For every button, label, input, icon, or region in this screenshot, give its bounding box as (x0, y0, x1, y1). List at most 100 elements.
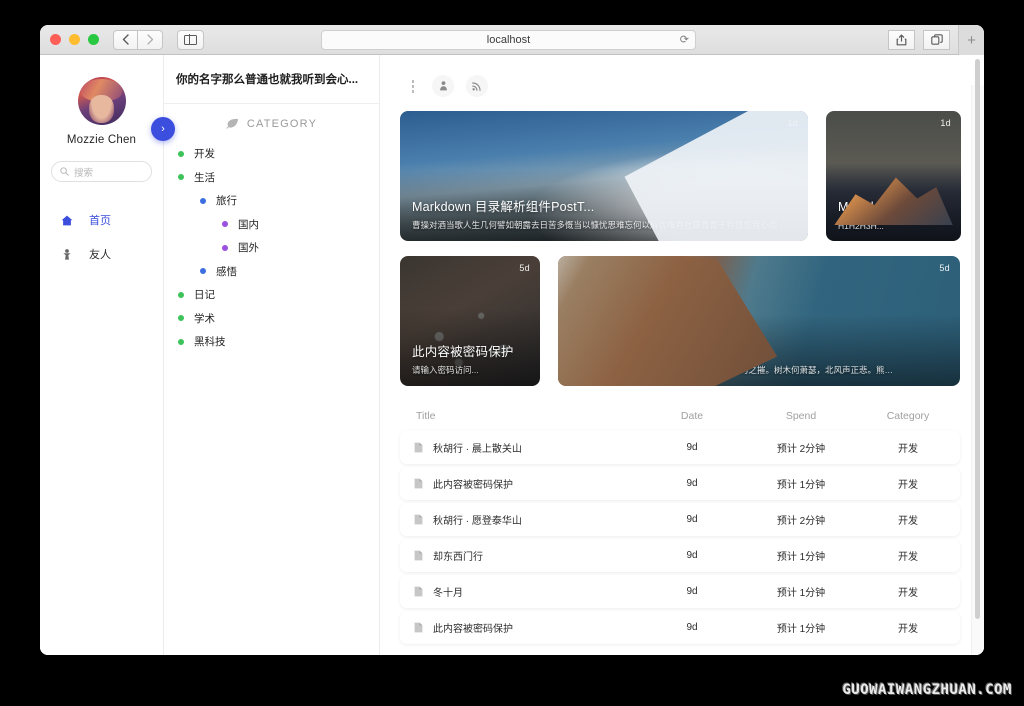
category-item-guowai[interactable]: 国外 (178, 236, 379, 260)
bullet-icon (178, 315, 184, 321)
table-header: Title Date Spend Category (400, 401, 960, 431)
card-badge: 5d (939, 263, 950, 273)
person-icon (61, 249, 73, 260)
category-sidebar: 你的名字那么普通也就我听到会心... CATEGORY 开发 生活 (164, 55, 380, 655)
bullet-icon (200, 268, 206, 274)
category-item-heikeji[interactable]: 黑科技 (178, 330, 379, 354)
category-item-guonei[interactable]: 国内 (178, 212, 379, 236)
avatar[interactable] (78, 77, 126, 125)
row-spend: 预计 1分钟 (746, 620, 856, 635)
featured-card[interactable]: 5d 此内容被密码保护 请输入密码访问... (400, 256, 540, 386)
card-title: 此内容被密码保护 (412, 341, 514, 360)
post-table: Title Date Spend Category 秋胡行 · 晨上散关山 9d… (400, 401, 960, 644)
category-item-ganwu[interactable]: 感悟 (178, 259, 379, 283)
search-input[interactable]: 搜索 (51, 161, 152, 182)
row-title-cell: 秋胡行 · 愿登泰华山 (400, 512, 638, 527)
category-item-riji[interactable]: 日记 (178, 283, 379, 307)
featured-card[interactable]: 1d Markdown语法... H1H2H3H... (826, 111, 961, 241)
row-title-cell: 冬十月 (400, 584, 638, 599)
table-row[interactable]: 此内容被密码保护 9d 预计 1分钟 开发 (400, 611, 960, 644)
category-tree: 开发 生活 旅行 国内 国外 (164, 140, 379, 354)
featured-row-1: 1d Markdown 目录解析组件PostT... 曹操对酒当歌人生几何譬如朝… (400, 111, 960, 241)
minimize-window-button[interactable] (69, 34, 80, 45)
category-item-lvxing[interactable]: 旅行 (178, 189, 379, 213)
home-icon (61, 215, 73, 226)
table-row[interactable]: 秋胡行 · 晨上散关山 9d 预计 2分钟 开发 (400, 431, 960, 464)
column-header-spend: Spend (746, 410, 856, 422)
chevron-right-icon: › (161, 123, 165, 135)
category-header-label: CATEGORY (247, 118, 317, 130)
more-vertical-icon[interactable] (412, 80, 414, 93)
row-title: 秋胡行 · 愿登泰华山 (433, 512, 522, 527)
category-item-shenghuo[interactable]: 生活 (178, 165, 379, 189)
sidebar-nav: 首页 友人 (40, 203, 163, 271)
share-button[interactable] (888, 30, 915, 50)
person-icon (439, 81, 448, 91)
category-label: 生活 (194, 170, 215, 185)
card-subtitle: 曹操对酒当歌人生几何譬如朝露去日苦多慨当以慷忧思难忘何以解忧唯有杜康青青子衿悠悠… (412, 219, 794, 231)
table-row[interactable]: 秋胡行 · 愿登泰华山 9d 预计 2分钟 开发 (400, 503, 960, 536)
featured-card[interactable]: 1d Markdown 目录解析组件PostT... 曹操对酒当歌人生几何譬如朝… (400, 111, 808, 241)
about-button[interactable] (432, 75, 454, 97)
search-placeholder: 搜索 (74, 165, 93, 179)
file-icon (414, 514, 423, 525)
row-category: 开发 (856, 476, 960, 491)
table-row[interactable]: 冬十月 9d 预计 1分钟 开发 (400, 575, 960, 608)
card-subtitle: 北上太行山，艰哉何巍巍！羊肠坂诘屈，车轮为之摧。树木何萧瑟，北风声正悲。熊… (570, 364, 946, 376)
row-category: 开发 (856, 548, 960, 563)
sidebar-item-friends[interactable]: 友人 (40, 237, 163, 271)
card-subtitle: H1H2H3H... (838, 221, 947, 231)
file-icon (414, 442, 423, 453)
show-tabs-button[interactable] (923, 30, 950, 50)
table-row[interactable]: 此内容被密码保护 9d 预计 1分钟 开发 (400, 467, 960, 500)
search-icon (60, 167, 69, 176)
column-header-title: Title (400, 410, 638, 422)
file-icon (414, 622, 423, 633)
card-badge: 1d (940, 118, 951, 128)
category-label: 感悟 (216, 264, 237, 279)
maximize-window-button[interactable] (88, 34, 99, 45)
chrome-right-controls: + (888, 25, 984, 55)
navigation-buttons (113, 30, 163, 50)
row-category: 开发 (856, 512, 960, 527)
row-category: 开发 (856, 440, 960, 455)
category-item-kaifa[interactable]: 开发 (178, 142, 379, 166)
category-header: CATEGORY (164, 104, 379, 140)
bullet-icon (222, 221, 228, 227)
sidebar-item-home-label: 首页 (89, 212, 111, 228)
card-badge: 5d (519, 263, 530, 273)
address-bar[interactable]: localhost ⟳ (321, 30, 696, 50)
sidebar-item-home[interactable]: 首页 (40, 203, 163, 237)
close-window-button[interactable] (50, 34, 61, 45)
card-title: 苦寒行 (570, 341, 608, 360)
rss-icon (472, 81, 482, 91)
sidebar-item-friends-label: 友人 (89, 246, 111, 262)
sidebar-toggle-icon (184, 35, 197, 45)
card-title: Markdown语法... (838, 196, 934, 215)
scrollbar-thumb[interactable] (975, 59, 980, 619)
row-date: 9d (638, 442, 746, 453)
card-title: Markdown 目录解析组件PostT... (412, 196, 594, 215)
collapse-sidebar-button[interactable]: › (151, 117, 175, 141)
column-header-date: Date (638, 410, 746, 422)
row-title: 此内容被密码保护 (433, 476, 513, 491)
row-spend: 预计 1分钟 (746, 548, 856, 563)
row-spend: 预计 1分钟 (746, 476, 856, 491)
tabs-overview-icon (931, 34, 943, 46)
reload-icon[interactable]: ⟳ (680, 33, 689, 46)
featured-row-2: 5d 此内容被密码保护 请输入密码访问... 5d 苦寒行 北上太行山，艰哉何巍… (400, 256, 960, 386)
category-item-xueshu[interactable]: 学术 (178, 306, 379, 330)
table-row[interactable]: 却东西门行 9d 预计 1分钟 开发 (400, 539, 960, 572)
column-header-category: Category (856, 410, 960, 422)
row-title-cell: 却东西门行 (400, 548, 638, 563)
new-tab-button[interactable]: + (958, 25, 984, 55)
category-label: 日记 (194, 287, 215, 302)
back-button[interactable] (113, 30, 138, 50)
bullet-icon (178, 292, 184, 298)
row-spend: 预计 1分钟 (746, 584, 856, 599)
toggle-sidebar-button[interactable] (177, 30, 204, 50)
forward-button[interactable] (138, 30, 163, 50)
rss-button[interactable] (466, 75, 488, 97)
row-title: 冬十月 (433, 584, 463, 599)
featured-card[interactable]: 5d 苦寒行 北上太行山，艰哉何巍巍！羊肠坂诘屈，车轮为之摧。树木何萧瑟，北风声… (558, 256, 960, 386)
